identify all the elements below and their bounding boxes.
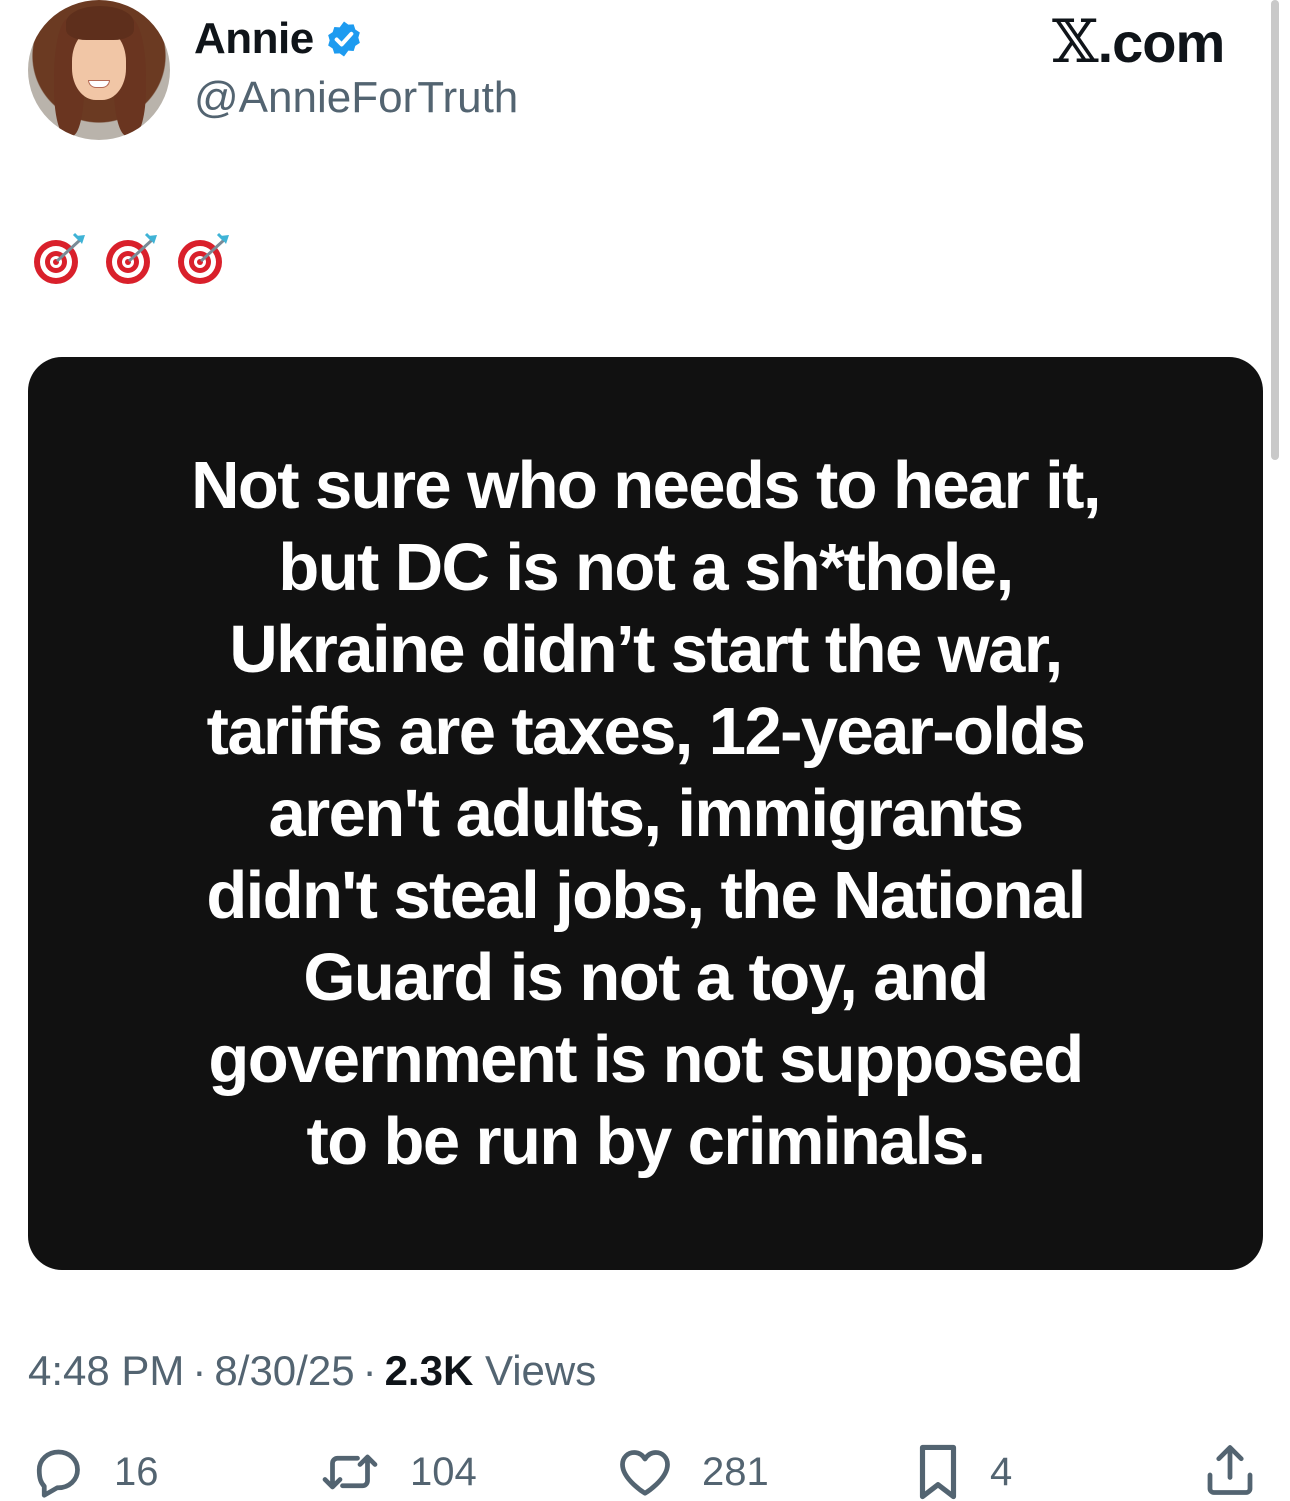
views-label[interactable]: Views (485, 1347, 596, 1394)
post-meta: 4:48 PM · 8/30/25 · 2.3K Views (28, 1346, 596, 1396)
post-screenshot: Annie @AnnieForTruth 𝕏.com Not sure who … (0, 0, 1290, 1501)
heart-icon (620, 1450, 670, 1496)
x-logo-icon: 𝕏 (1052, 7, 1099, 77)
author-handle[interactable]: @AnnieForTruth (194, 72, 518, 124)
like-button[interactable]: 281 (614, 1440, 769, 1501)
reply-count: 16 (114, 1450, 159, 1494)
meta-separator: · (362, 1347, 377, 1394)
meta-separator: · (192, 1347, 207, 1394)
target-dart-icon (106, 232, 157, 284)
author-display-name[interactable]: Annie (194, 14, 314, 64)
avatar-hair (66, 6, 134, 40)
repost-button[interactable]: 104 (316, 1440, 477, 1501)
post-date[interactable]: 8/30/25 (214, 1347, 354, 1394)
post-time[interactable]: 4:48 PM (28, 1347, 184, 1394)
reply-button[interactable]: 16 (28, 1440, 159, 1501)
post-image[interactable]: Not sure who needs to hear it, but DC is… (28, 357, 1263, 1270)
emoji-row (30, 230, 232, 286)
verified-badge-icon (327, 21, 360, 57)
share-button[interactable] (1200, 1440, 1260, 1500)
repost-count: 104 (410, 1450, 477, 1494)
x-com-watermark: 𝕏.com (1052, 11, 1226, 74)
scrollbar[interactable] (1271, 0, 1279, 460)
repost-icon (322, 1454, 378, 1490)
author-name-row[interactable]: Annie (194, 14, 364, 64)
bookmark-icon (919, 1444, 957, 1500)
like-count: 281 (702, 1450, 769, 1494)
action-bar: 16 104 281 4 (0, 1440, 1290, 1501)
avatar[interactable] (28, 0, 170, 140)
bookmark-count: 4 (990, 1450, 1013, 1494)
target-dart-icon (34, 232, 85, 284)
share-icon (1207, 1445, 1253, 1495)
post-image-text: Not sure who needs to hear it, but DC is… (191, 447, 1101, 1179)
target-dart-icon (178, 232, 229, 284)
bookmark-button[interactable]: 4 (912, 1440, 1012, 1501)
domain-suffix: .com (1097, 11, 1226, 74)
views-count[interactable]: 2.3K (385, 1347, 474, 1394)
reply-icon (36, 1449, 80, 1498)
